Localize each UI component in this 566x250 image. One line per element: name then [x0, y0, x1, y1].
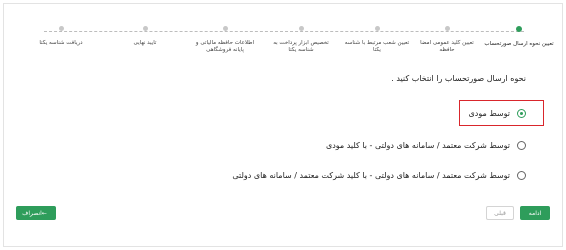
step-dot — [298, 26, 304, 31]
step-dot — [222, 26, 228, 31]
step-payment-tools[interactable]: تخصیص ابزار پرداخت به شناسه یکتا — [266, 26, 336, 54]
cancel-label: انصراف — [22, 209, 42, 217]
step-final-confirm[interactable]: تایید نهایی — [110, 26, 180, 47]
registration-panel: تعیین نحوه ارسال صورتحساب تعیین کلید عمو… — [3, 3, 563, 247]
continue-button[interactable]: ادامه — [520, 206, 550, 220]
option-trusted-company-taxpayer-key[interactable]: توسط شرکت معتمد / سامانه های دولتی - با … — [326, 141, 526, 150]
option-label: توسط شرکت معتمد / سامانه های دولتی - با … — [232, 171, 510, 180]
step-label: تعیین نحوه ارسال صورتحساب — [484, 41, 554, 47]
step-label: تعیین شعب مرتبط با شناسه یکتا — [344, 40, 410, 53]
step-public-key[interactable]: تعیین کلید عمومی امضا حافظه — [412, 26, 482, 54]
step-label: تایید نهایی — [133, 40, 157, 46]
arrow-left-icon: ← — [41, 209, 47, 217]
step-dot — [444, 26, 450, 31]
option-label: توسط مودی — [468, 109, 510, 118]
radio-button[interactable] — [517, 141, 526, 150]
cancel-button[interactable]: انصراف ← — [16, 206, 56, 220]
option-by-taxpayer[interactable]: توسط مودی — [469, 109, 526, 118]
option-trusted-company-own-key[interactable]: توسط شرکت معتمد / سامانه های دولتی - با … — [232, 171, 526, 180]
option-label: توسط شرکت معتمد / سامانه های دولتی - با … — [325, 141, 510, 150]
radio-button[interactable] — [517, 109, 526, 118]
step-label: دریافت شناسه یکتا — [39, 40, 83, 46]
step-dot — [58, 26, 64, 31]
step-label: اطلاعات حافظه مالیاتی و پایانه فروشگاهی — [195, 40, 255, 53]
step-dot — [374, 26, 380, 31]
step-dot — [516, 26, 522, 32]
radio-button[interactable] — [517, 171, 526, 180]
stepper: تعیین نحوه ارسال صورتحساب تعیین کلید عمو… — [4, 4, 564, 54]
step-receive-id[interactable]: دریافت شناسه یکتا — [26, 26, 96, 47]
question-text: نحوه ارسال صورتحساب را انتخاب کنید . — [391, 74, 526, 83]
step-tax-memory[interactable]: اطلاعات حافظه مالیاتی و پایانه فروشگاهی — [190, 26, 260, 54]
previous-button[interactable]: قبلی — [486, 206, 514, 220]
step-branches[interactable]: تعیین شعب مرتبط با شناسه یکتا — [342, 26, 412, 54]
step-dot — [142, 26, 148, 31]
step-label: تعیین کلید عمومی امضا حافظه — [420, 40, 474, 53]
step-invoice-method[interactable]: تعیین نحوه ارسال صورتحساب — [484, 26, 554, 48]
step-label: تخصیص ابزار پرداخت به شناسه یکتا — [273, 40, 329, 53]
